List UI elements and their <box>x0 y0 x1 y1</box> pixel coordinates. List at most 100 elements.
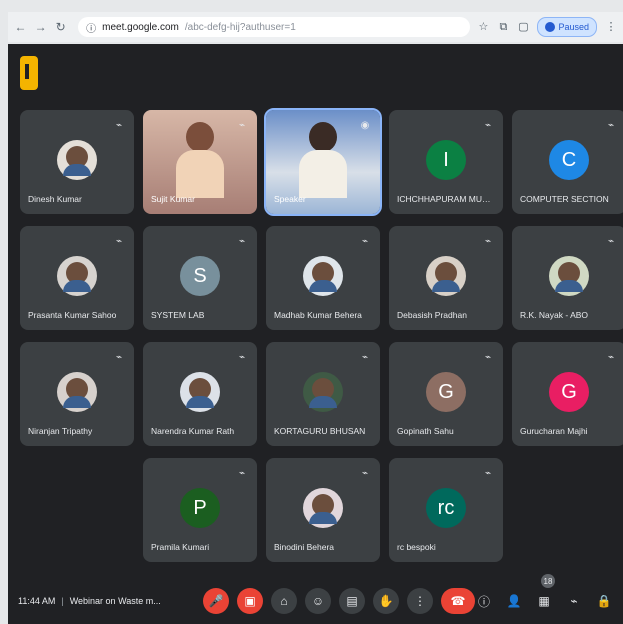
more-button[interactable]: ⋮ <box>407 588 433 614</box>
present-icon: ▤ <box>346 594 358 608</box>
meet-logo <box>20 56 38 90</box>
people-button[interactable]: 👤 <box>505 592 523 610</box>
avatar-initial: S <box>193 264 207 287</box>
participant-avatar: S <box>180 256 220 296</box>
participant-name: Speaker <box>274 194 306 204</box>
participant-video <box>176 122 224 198</box>
participant-tile[interactable]: ⌁ Binodini Behera <box>266 458 380 562</box>
activities-button[interactable]: ⌁ <box>565 592 583 610</box>
hand-icon: ✋ <box>378 594 394 608</box>
participant-name: Binodini Behera <box>274 542 335 552</box>
profile-label: Paused <box>558 22 590 32</box>
back-icon[interactable]: ← <box>14 20 27 34</box>
avatar-initial: rc <box>437 496 455 519</box>
forward-icon[interactable]: → <box>34 20 47 34</box>
participant-tile[interactable]: ⌁ G Gurucharan Majhi <box>512 342 623 446</box>
mic-button[interactable]: 🎤 <box>203 588 229 614</box>
mic-off-icon: ⌁ <box>238 120 246 131</box>
participant-avatar: G <box>426 372 466 412</box>
camera-button[interactable]: ▣ <box>237 588 263 614</box>
participant-tile[interactable]: ⌁ Prasanta Kumar Sahoo <box>20 226 134 330</box>
participant-name: Narendra Kumar Rath <box>151 426 235 436</box>
avatar-initial: P <box>193 496 207 519</box>
participant-avatar: C <box>549 140 589 180</box>
participant-tile[interactable]: ⌁ rc rc bespoki <box>389 458 503 562</box>
mic-off-icon: ⌁ <box>238 468 246 479</box>
reload-icon[interactable]: ↻ <box>54 20 67 34</box>
avatar-initial: G <box>561 380 577 403</box>
participant-tile[interactable]: ⌁ Narendra Kumar Rath <box>143 342 257 446</box>
participant-tile[interactable]: ⌁ C COMPUTER SECTION <box>512 110 623 214</box>
host-controls-button[interactable]: 🔒 <box>595 592 613 610</box>
participant-tile[interactable]: ⌁ R.K. Nayak - ABO <box>512 226 623 330</box>
captions-icon: ⌂ <box>280 594 288 608</box>
meeting-meta: 11:44 AM | Webinar on Waste m... <box>18 596 187 606</box>
participant-name: Gopinath Sahu <box>397 426 454 436</box>
participant-avatar <box>303 372 343 412</box>
extensions-icon[interactable]: ⧉ <box>497 21 509 33</box>
meeting-controls-bar: 11:44 AM | Webinar on Waste m... 🎤 ▣ ⌂ ☺… <box>8 578 623 624</box>
bookmark-icon[interactable]: ☆ <box>477 21 489 33</box>
present-button[interactable]: ▤ <box>339 588 365 614</box>
omnibox[interactable]: ⓘ meet.google.com /abc-defg-hij?authuser… <box>78 17 471 37</box>
participant-avatar <box>549 256 589 296</box>
participant-name: Gurucharan Majhi <box>520 426 588 436</box>
participant-tile[interactable]: ⌁ G Gopinath Sahu <box>389 342 503 446</box>
profile-button[interactable]: Paused <box>537 17 598 37</box>
participant-name: R.K. Nayak - ABO <box>520 310 589 320</box>
participant-avatar <box>180 372 220 412</box>
meeting-screen: ⌁ Dinesh Kumar ⌁ Sujit Kumar ◉ Speaker ⌁… <box>8 44 623 624</box>
participant-tile[interactable]: ⌁ S SYSTEM LAB <box>143 226 257 330</box>
mic-off-icon: ⌁ <box>484 468 492 479</box>
end-call-button[interactable]: ☎ <box>441 588 475 614</box>
mic-off-icon: ⌁ <box>361 236 369 247</box>
mic-off-icon: ⌁ <box>607 236 615 247</box>
participant-name: Niranjan Tripathy <box>28 426 93 436</box>
participant-tile[interactable]: ⌁ I ICHCHHAPURAM MUNIC... <box>389 110 503 214</box>
participant-name: rc bespoki <box>397 542 436 552</box>
people-icon: 👤 <box>506 594 522 608</box>
chat-button[interactable]: ▦ <box>535 592 553 610</box>
mic-off-icon: ⌁ <box>115 120 123 131</box>
participant-name: Prasanta Kumar Sahoo <box>28 310 117 320</box>
participant-name: Sujit Kumar <box>151 194 195 204</box>
emoji-button[interactable]: ☺ <box>305 588 331 614</box>
camera-off-icon: ▣ <box>244 594 256 608</box>
participant-avatar <box>57 140 97 180</box>
participant-tile[interactable]: ⌁ Debasish Pradhan <box>389 226 503 330</box>
participant-name: COMPUTER SECTION <box>520 194 609 204</box>
participant-avatar: I <box>426 140 466 180</box>
participant-avatar: P <box>180 488 220 528</box>
menu-icon[interactable]: ⋮ <box>605 21 617 33</box>
info-button[interactable]: ⓘ <box>475 592 493 610</box>
participant-tile[interactable]: ⌁ Niranjan Tripathy <box>20 342 134 446</box>
mic-off-icon: ⌁ <box>484 236 492 247</box>
participant-avatar <box>303 256 343 296</box>
participant-name: Debasish Pradhan <box>397 310 467 320</box>
participant-tile[interactable]: ⌁ P Pramila Kumari <box>143 458 257 562</box>
participant-tile[interactable]: ⌁ Dinesh Kumar <box>20 110 134 214</box>
site-info-icon[interactable]: ⓘ <box>86 20 96 35</box>
meta-separator: | <box>61 596 64 606</box>
mic-off-icon: ⌁ <box>484 120 492 131</box>
mic-off-icon: ⌁ <box>115 236 123 247</box>
hand-button[interactable]: ✋ <box>373 588 399 614</box>
participant-tile[interactable]: ⌁ KORTAGURU BHUSAN <box>266 342 380 446</box>
phone-end-icon: ☎ <box>450 594 466 608</box>
window-icon[interactable]: ▢ <box>517 21 529 33</box>
profile-icon <box>545 22 556 32</box>
participant-avatar <box>57 372 97 412</box>
participant-video-tile[interactable]: ⌁ Sujit Kumar <box>143 110 257 214</box>
avatar-initial: C <box>561 148 577 171</box>
captions-button[interactable]: ⌂ <box>271 588 297 614</box>
mic-off-icon: ⌁ <box>361 352 369 363</box>
avatar-initial: G <box>438 380 454 403</box>
omnibox-host: meet.google.com <box>102 21 179 33</box>
browser-toolbar: ← → ↻ ⓘ meet.google.com /abc-defg-hij?au… <box>8 12 623 42</box>
participant-name: Pramila Kumari <box>151 542 210 552</box>
participant-name: ICHCHHAPURAM MUNIC... <box>397 194 493 204</box>
mic-off-icon: ⌁ <box>238 352 246 363</box>
active-speaker-tile[interactable]: ◉ Speaker <box>264 108 382 216</box>
emoji-icon: ☺ <box>311 594 325 608</box>
participant-tile[interactable]: ⌁ Madhab Kumar Behera <box>266 226 380 330</box>
